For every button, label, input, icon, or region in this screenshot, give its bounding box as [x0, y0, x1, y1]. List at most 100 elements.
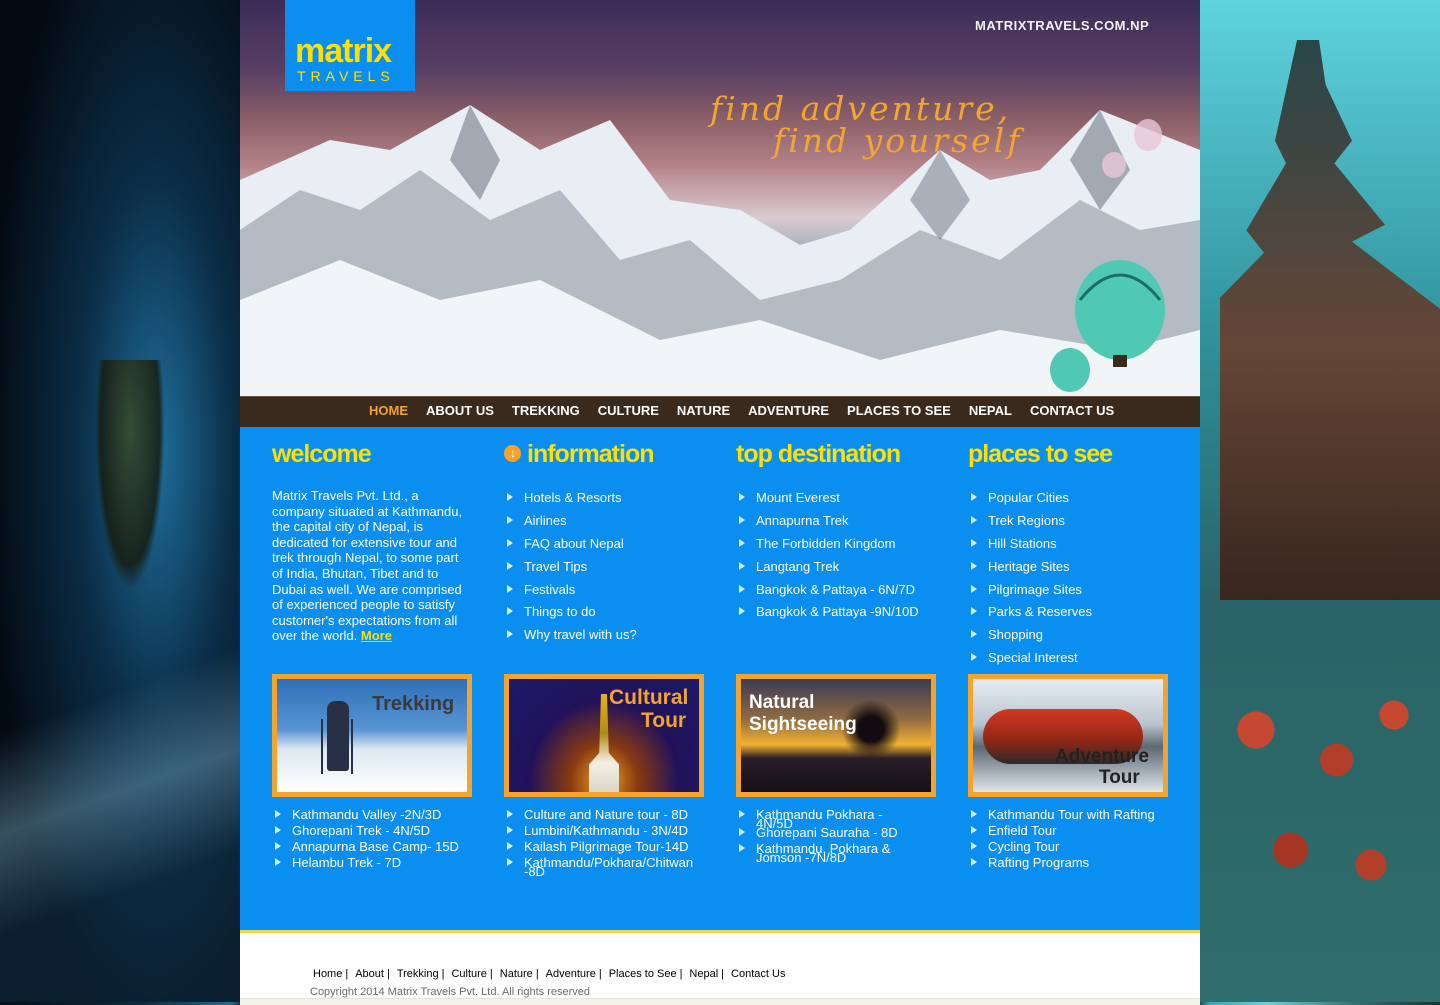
background-temple: [1220, 40, 1440, 600]
tour-item-label: Kathmandu/Pokhara/Chitwan -8D: [524, 855, 694, 879]
adventure-tour-photo: Adventure Tour: [973, 679, 1163, 792]
information-item[interactable]: Travel Tips: [504, 559, 704, 582]
copyright-text: Copyright 2014 Matrix Travels Pvt. Ltd. …: [310, 986, 591, 998]
place-item[interactable]: Hill Stations: [968, 536, 1168, 559]
welcome-text: Matrix Travels Pvt. Ltd., a company situ…: [272, 488, 467, 644]
cultural-tour-promo-image[interactable]: Cultural Tour: [504, 674, 704, 797]
footer: Home | About | Trekking | Culture | Nature | …: [240, 930, 1200, 1005]
footer-link-adventure[interactable]: Adventure: [546, 968, 596, 980]
destination-item-label: Bangkok & Pattaya -9N/10D: [756, 604, 919, 620]
bullet-arrow-icon: [507, 584, 513, 593]
nav-nature[interactable]: NATURE: [677, 404, 730, 418]
bullet-arrow-icon: [971, 538, 977, 547]
trekking-promo-image[interactable]: Trekking: [272, 674, 472, 797]
destination-item[interactable]: Mount Everest: [736, 490, 936, 513]
top-destination-list: Mount Everest Annapurna Trek The Forbidd…: [736, 490, 936, 627]
nav-about-us[interactable]: ABOUT US: [426, 404, 494, 418]
tour-item-label: Rafting Programs: [988, 855, 1090, 870]
tour-item-label: Enfield Tour: [988, 823, 1057, 838]
tour-item[interactable]: Kathmandu/Pokhara/Chitwan -8D: [504, 855, 694, 879]
footer-link-about[interactable]: About: [355, 968, 384, 980]
bullet-arrow-icon: [507, 826, 513, 834]
place-item[interactable]: Shopping: [968, 627, 1168, 650]
bullet-arrow-icon: [739, 515, 745, 524]
places-to-see-heading: places to see: [968, 440, 1113, 468]
destination-item[interactable]: Annapurna Trek: [736, 513, 936, 536]
information-item-label: Festivals: [524, 581, 576, 597]
bullet-arrow-icon: [739, 584, 745, 593]
footer-nav: Home | About | Trekking | Culture | Nature | …: [313, 968, 785, 980]
top-destination-section: top destination Mount Everest Annapurna …: [736, 442, 936, 627]
footer-link-trekking[interactable]: Trekking: [397, 968, 439, 980]
information-item[interactable]: Festivals: [504, 582, 704, 605]
background-right-temple: [1200, 0, 1440, 1002]
cultural-tour-photo: Cultural Tour: [509, 679, 699, 792]
places-to-see-section: places to see Popular Cities Trek Region…: [968, 442, 1168, 673]
destination-item[interactable]: Bangkok & Pattaya - 6N/7D: [736, 582, 936, 605]
footer-separator: |: [489, 968, 493, 980]
more-link[interactable]: More: [361, 628, 392, 643]
bullet-arrow-icon: [507, 842, 513, 850]
footer-link-nepal[interactable]: Nepal: [689, 968, 718, 980]
nav-nepal[interactable]: NEPAL: [969, 404, 1012, 418]
information-item[interactable]: Things to do: [504, 604, 704, 627]
balloon-distant-icon: [1134, 119, 1162, 151]
bullet-arrow-icon: [507, 630, 513, 639]
balloon-distant-icon: [1102, 152, 1126, 178]
nav-places-to-see[interactable]: PLACES TO SEE: [847, 404, 951, 418]
destination-item[interactable]: Langtang Trek: [736, 559, 936, 582]
footer-link-nature[interactable]: Nature: [500, 968, 533, 980]
tour-item-label: Kathmandu Valley -2N/3D: [292, 807, 442, 822]
information-item[interactable]: FAQ about Nepal: [504, 536, 704, 559]
natural-sightseeing-promo-image[interactable]: Natural Sightseeing: [736, 674, 936, 797]
place-item[interactable]: Popular Cities: [968, 490, 1168, 513]
tour-item-label: Ghorepani Trek - 4N/5D: [292, 823, 431, 838]
nav-culture[interactable]: CULTURE: [598, 404, 659, 418]
place-item[interactable]: Special Interest: [968, 650, 1168, 673]
bullet-arrow-icon: [275, 826, 281, 834]
destination-item-label: The Forbidden Kingdom: [756, 535, 896, 551]
destination-item[interactable]: Bangkok & Pattaya -9N/10D: [736, 604, 936, 627]
footer-link-culture[interactable]: Culture: [451, 968, 486, 980]
information-section: ↓ information Hotels & Resorts Airlines F…: [504, 442, 704, 650]
site-logo[interactable]: matrix TRAVELS: [285, 0, 415, 91]
cultural-caption-line-2: Tour: [641, 709, 687, 732]
tour-item[interactable]: Helambu Trek - 7D: [272, 856, 482, 874]
background-climber-figure: [95, 360, 165, 590]
hiker-figure: [327, 701, 349, 771]
footer-link-places-to-see[interactable]: Places to See: [609, 968, 677, 980]
bullet-arrow-icon: [275, 858, 281, 866]
place-item[interactable]: Parks & Reserves: [968, 604, 1168, 627]
site-url: MATRIXTRAVELS.COM.NP: [975, 18, 1150, 33]
information-item-label: FAQ about Nepal: [524, 535, 624, 551]
place-item[interactable]: Heritage Sites: [968, 559, 1168, 582]
place-item-label: Popular Cities: [988, 490, 1069, 505]
tour-item-label: Kathmandu, Pokhara & Jomson -7N/8D: [756, 841, 891, 865]
footer-link-contact-us[interactable]: Contact Us: [731, 968, 785, 980]
tour-item[interactable]: Rafting Programs: [968, 855, 1178, 874]
nav-home[interactable]: HOME: [369, 404, 408, 418]
natural-caption-line-1: Natural: [749, 692, 815, 713]
footer-link-home[interactable]: Home: [313, 968, 342, 980]
information-item[interactable]: Airlines: [504, 513, 704, 536]
bullet-arrow-icon: [971, 858, 977, 866]
destination-item[interactable]: The Forbidden Kingdom: [736, 536, 936, 559]
place-item[interactable]: Trek Regions: [968, 513, 1168, 536]
nav-trekking[interactable]: TREKKING: [512, 404, 580, 418]
trekking-tour-list: Kathmandu Valley -2N/3D Ghorepani Trek -…: [272, 807, 482, 874]
tour-item-label: Culture and Nature tour - 8D: [524, 807, 689, 822]
nav-adventure[interactable]: ADVENTURE: [748, 404, 829, 418]
bullet-arrow-icon: [971, 515, 977, 524]
adventure-tour-promo-image[interactable]: Adventure Tour: [968, 674, 1168, 797]
information-heading: ↓ information: [504, 442, 704, 476]
place-item[interactable]: Pilgrimage Sites: [968, 582, 1168, 605]
bullet-arrow-icon: [507, 493, 513, 501]
nav-contact-us[interactable]: CONTACT US: [1030, 404, 1114, 418]
information-item[interactable]: Why travel with us?: [504, 627, 704, 650]
information-item[interactable]: Hotels & Resorts: [504, 490, 704, 513]
tour-item-label: Annapurna Base Camp- 15D: [292, 839, 459, 854]
bullet-arrow-icon: [739, 828, 745, 836]
background-left-climber: [0, 0, 240, 1002]
tour-item[interactable]: Kathmandu, Pokhara & Jomson -7N/8D: [736, 841, 916, 865]
tour-item-label: Kailash Pilgrimage Tour-14D: [524, 839, 689, 854]
